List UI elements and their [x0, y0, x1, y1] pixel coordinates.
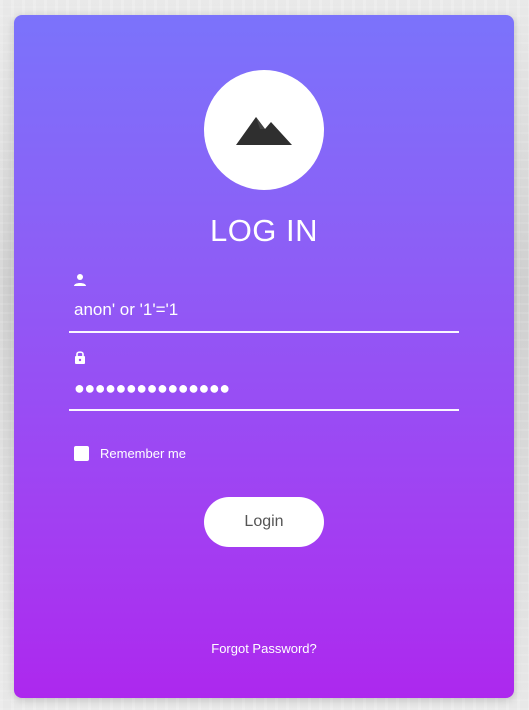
- login-title: LOG IN: [209, 213, 319, 248]
- mountain-icon: [236, 117, 292, 145]
- remember-me[interactable]: Remember me: [74, 446, 186, 461]
- remember-label: Remember me: [100, 446, 186, 461]
- login-card: LOG IN anon' or '1'='1 ●●●●●●●●●●●●●●● R…: [14, 15, 514, 698]
- username-field[interactable]: anon' or '1'='1: [69, 273, 459, 333]
- password-input[interactable]: ●●●●●●●●●●●●●●●: [74, 378, 230, 399]
- login-button[interactable]: Login: [204, 497, 324, 547]
- forgot-password-link[interactable]: Forgot Password?: [14, 641, 514, 656]
- password-field[interactable]: ●●●●●●●●●●●●●●●: [69, 350, 459, 411]
- lock-icon: [75, 351, 85, 364]
- logo-avatar: [204, 70, 324, 190]
- remember-checkbox[interactable]: [74, 446, 89, 461]
- username-input[interactable]: anon' or '1'='1: [74, 300, 178, 320]
- user-icon: [74, 274, 86, 286]
